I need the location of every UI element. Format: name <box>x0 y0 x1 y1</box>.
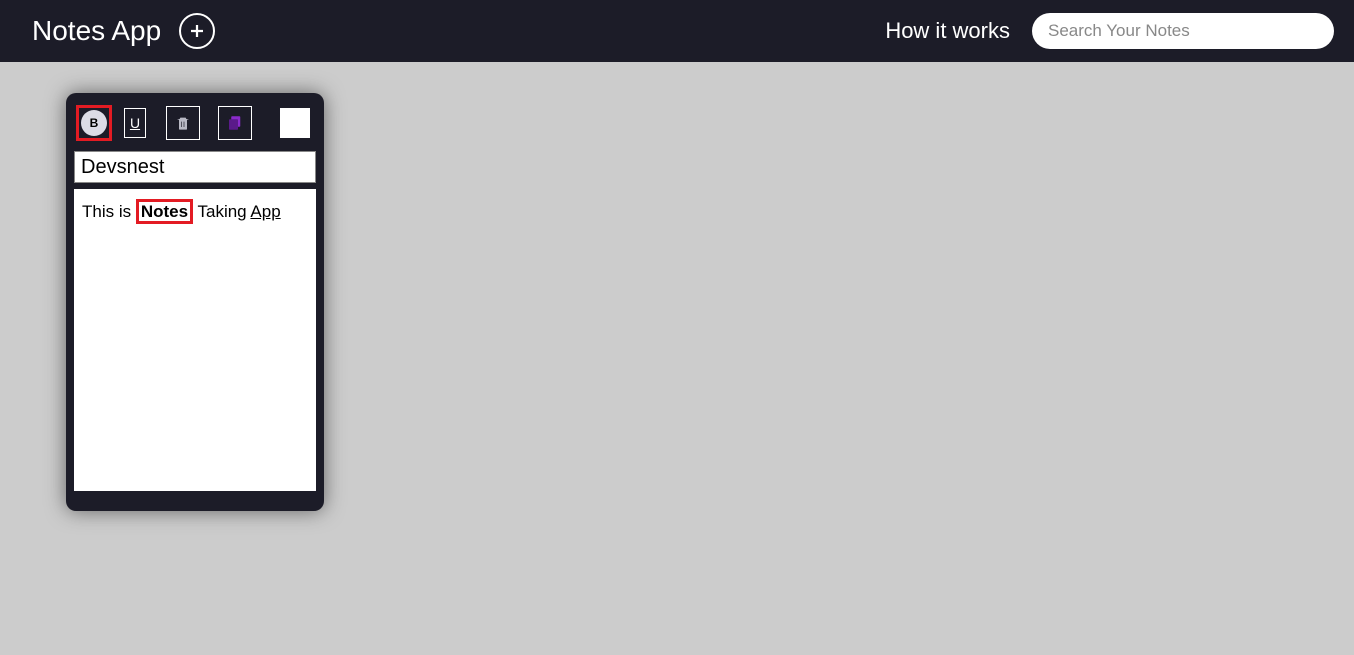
delete-button[interactable] <box>166 106 200 140</box>
app-header: Notes App How it works <box>0 0 1354 62</box>
note-text-underline: App <box>250 202 280 221</box>
color-button[interactable] <box>280 108 310 138</box>
copy-button[interactable] <box>218 106 252 140</box>
plus-icon <box>188 22 206 40</box>
add-note-button[interactable] <box>179 13 215 49</box>
app-title: Notes App <box>32 15 161 47</box>
header-right: How it works <box>885 13 1334 49</box>
underline-button[interactable]: U <box>124 108 146 138</box>
header-left: Notes App <box>32 13 215 49</box>
trash-icon <box>175 114 191 132</box>
copy-icon <box>226 114 244 132</box>
bold-button[interactable]: B <box>76 105 112 141</box>
note-toolbar: B U <box>74 101 316 151</box>
how-it-works-link[interactable]: How it works <box>885 18 1010 44</box>
bold-icon: B <box>81 110 107 136</box>
note-text-prefix: This is <box>82 202 136 221</box>
search-input[interactable] <box>1032 13 1334 49</box>
note-text-bold: Notes <box>136 199 193 224</box>
note-body[interactable]: This is Notes Taking App <box>74 189 316 491</box>
note-text-middle: Taking <box>193 202 250 221</box>
note-card: B U This is Notes Taking App <box>66 93 324 511</box>
note-title-input[interactable] <box>74 151 316 183</box>
underline-icon: U <box>130 115 140 131</box>
